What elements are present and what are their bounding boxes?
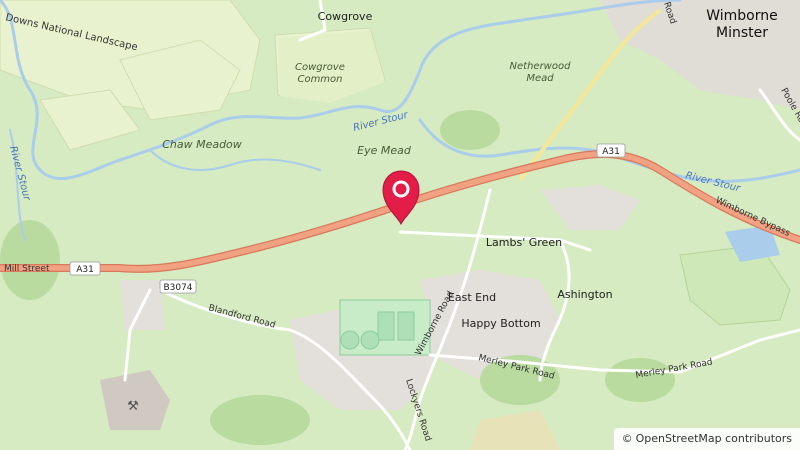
happy-bottom-label: Happy Bottom bbox=[461, 317, 540, 330]
quarry-icon: ⚒ bbox=[127, 399, 139, 414]
wimborne-label: Wimborne bbox=[706, 8, 778, 24]
attribution-link[interactable]: OpenStreetMap contributors bbox=[636, 432, 792, 445]
cowgrove-label: Cowgrove bbox=[318, 10, 373, 23]
minster-label: Minster bbox=[716, 25, 768, 41]
map-attribution: © OpenStreetMap contributors bbox=[613, 428, 800, 450]
eye-mead-label: Eye Mead bbox=[357, 144, 412, 157]
cowgrove-common-label-2: Common bbox=[297, 74, 342, 85]
a31-shield-west: A31 bbox=[69, 261, 101, 276]
east-end-label: East End bbox=[448, 291, 496, 304]
mill-street-label: Mill Street bbox=[4, 264, 50, 274]
netherwood-label: Netherwood bbox=[510, 61, 572, 72]
svg-text:B3074: B3074 bbox=[163, 283, 192, 293]
cowgrove-common-label: Cowgrove bbox=[295, 62, 345, 73]
copyright-icon: © bbox=[621, 432, 633, 445]
map-canvas[interactable]: A31 A31 B3074 Wimborne Minster Cowgrove … bbox=[0, 0, 800, 450]
b3074-shield: B3074 bbox=[159, 279, 197, 294]
lambs-green-label: Lambs' Green bbox=[486, 236, 562, 249]
svg-text:A31: A31 bbox=[602, 147, 620, 157]
chaw-meadow-label: Chaw Meadow bbox=[162, 138, 242, 151]
ashington-label: Ashington bbox=[557, 288, 612, 301]
netherwood-mead-label: Mead bbox=[526, 73, 554, 84]
svg-text:A31: A31 bbox=[76, 265, 94, 275]
a31-shield-east: A31 bbox=[596, 143, 626, 158]
